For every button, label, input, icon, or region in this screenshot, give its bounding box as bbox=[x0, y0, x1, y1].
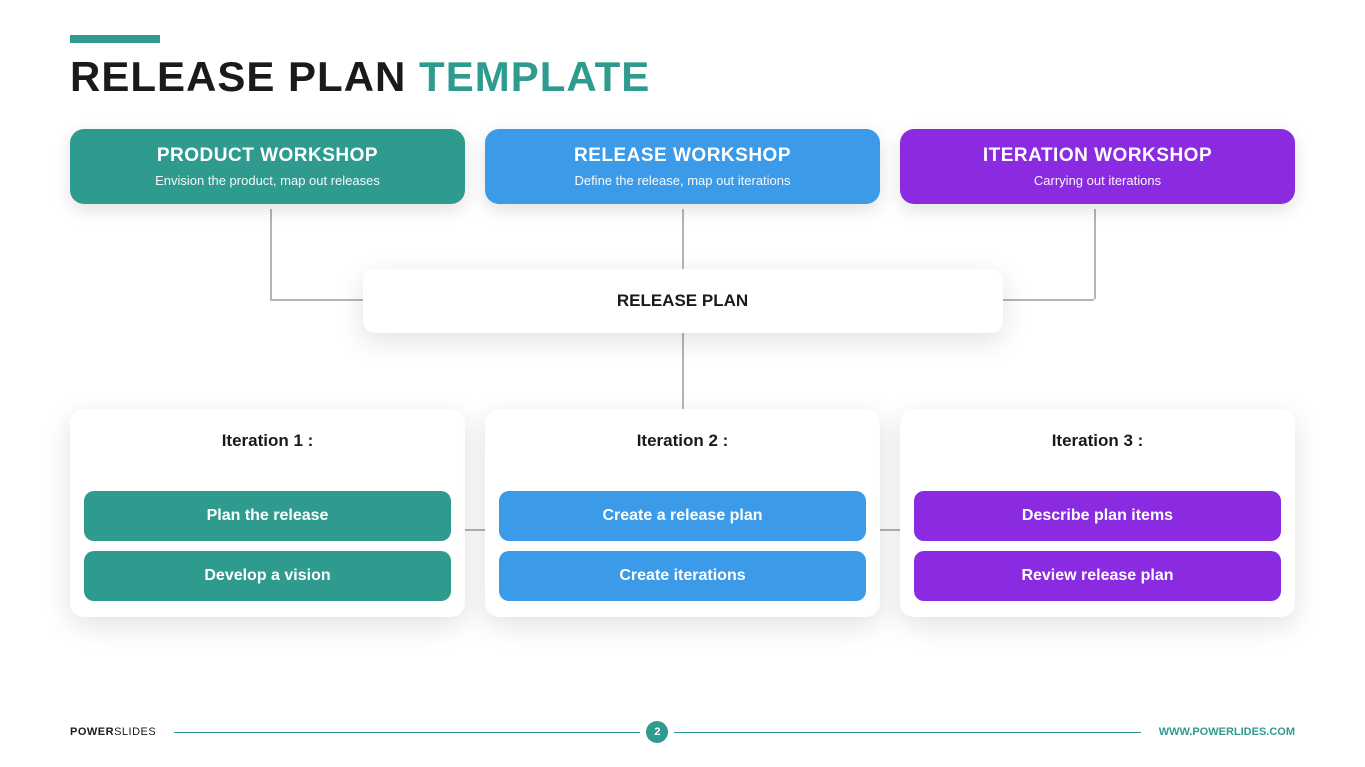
iteration-item: Create iterations bbox=[499, 551, 866, 601]
brand-light: SLIDES bbox=[114, 726, 156, 738]
iteration-title: Iteration 2 : bbox=[499, 431, 866, 451]
iteration-card-3: Iteration 3 : Describe plan items Review… bbox=[900, 409, 1295, 617]
page-number: 2 bbox=[646, 721, 668, 743]
workshops-row: PRODUCT WORKSHOP Envision the product, m… bbox=[70, 129, 1295, 204]
footer-line bbox=[174, 732, 640, 733]
workshop-subtitle: Envision the product, map out releases bbox=[82, 173, 453, 188]
workshop-subtitle: Carrying out iterations bbox=[912, 173, 1283, 188]
brand-left: POWERSLIDES bbox=[70, 726, 156, 738]
accent-bar bbox=[70, 35, 160, 43]
iteration-title: Iteration 3 : bbox=[914, 431, 1281, 451]
product-workshop-card: PRODUCT WORKSHOP Envision the product, m… bbox=[70, 129, 465, 204]
connector bbox=[1094, 209, 1096, 299]
workshop-title: PRODUCT WORKSHOP bbox=[82, 145, 453, 167]
footer: POWERSLIDES 2 WWW.POWERLIDES.COM bbox=[70, 721, 1295, 743]
iteration-card-1: Iteration 1 : Plan the release Develop a… bbox=[70, 409, 465, 617]
diagram: PRODUCT WORKSHOP Envision the product, m… bbox=[70, 129, 1295, 689]
iteration-item: Review release plan bbox=[914, 551, 1281, 601]
workshop-title: RELEASE WORKSHOP bbox=[497, 145, 868, 167]
iteration-card-2: Iteration 2 : Create a release plan Crea… bbox=[485, 409, 880, 617]
iterations-row: Iteration 1 : Plan the release Develop a… bbox=[70, 409, 1295, 617]
release-plan-label: RELEASE PLAN bbox=[617, 291, 748, 310]
workshop-subtitle: Define the release, map out iterations bbox=[497, 173, 868, 188]
slide: RELEASE PLAN TEMPLATE PRODUCT WORKSHOP E… bbox=[0, 0, 1365, 767]
iteration-title: Iteration 1 : bbox=[84, 431, 451, 451]
iteration-item: Describe plan items bbox=[914, 491, 1281, 541]
connector bbox=[270, 209, 272, 299]
brand-bold: POWER bbox=[70, 726, 114, 738]
workshop-title: ITERATION WORKSHOP bbox=[912, 145, 1283, 167]
iteration-item: Develop a vision bbox=[84, 551, 451, 601]
connector bbox=[682, 209, 684, 269]
iteration-workshop-card: ITERATION WORKSHOP Carrying out iteratio… bbox=[900, 129, 1295, 204]
iteration-item: Plan the release bbox=[84, 491, 451, 541]
title-part-2: TEMPLATE bbox=[419, 53, 650, 100]
release-workshop-card: RELEASE WORKSHOP Define the release, map… bbox=[485, 129, 880, 204]
release-plan-box: RELEASE PLAN bbox=[363, 269, 1003, 333]
iteration-item: Create a release plan bbox=[499, 491, 866, 541]
brand-url: WWW.POWERLIDES.COM bbox=[1159, 726, 1295, 738]
footer-line bbox=[674, 732, 1140, 733]
slide-title: RELEASE PLAN TEMPLATE bbox=[70, 53, 1295, 101]
title-part-1: RELEASE PLAN bbox=[70, 53, 419, 100]
